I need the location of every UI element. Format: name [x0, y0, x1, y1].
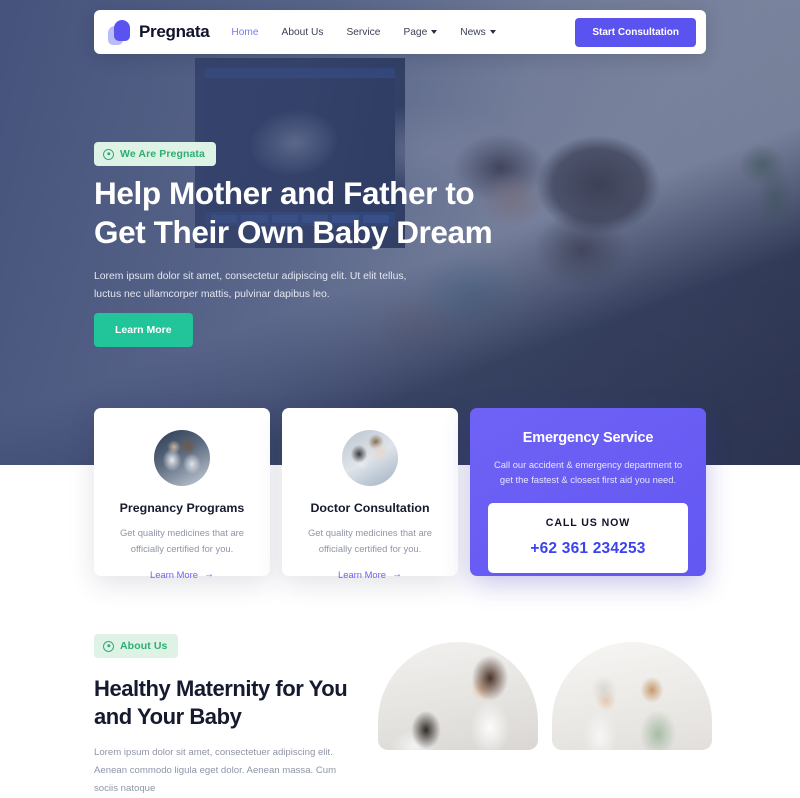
- card-description: Get quality medicines that are officiall…: [307, 527, 433, 554]
- nav-links: Home About Us Service Page News: [231, 26, 496, 38]
- card-doctor-consultation[interactable]: Doctor Consultation Get quality medicine…: [282, 408, 458, 580]
- about-description: Lorem ipsum dolor sit amet, consectetuer…: [94, 747, 337, 794]
- circle-dot-icon: [103, 640, 114, 652]
- doctor-with-pregnant-patient-photo: [552, 642, 712, 750]
- emergency-service-card: Emergency Service Call our accident & em…: [470, 408, 706, 576]
- nav-item-home[interactable]: Home: [231, 27, 258, 38]
- arrow-right-icon: →: [391, 569, 402, 581]
- nav-item-service[interactable]: Service: [346, 27, 380, 38]
- about-badge: About Us: [94, 634, 179, 658]
- call-us-box[interactable]: CALL US NOW +62 361 234253: [488, 503, 688, 574]
- card-pregnancy-programs[interactable]: Pregnancy Programs Get quality medicines…: [94, 408, 270, 580]
- about-badge-label: About Us: [120, 640, 168, 652]
- nav-item-page-label: Page: [403, 26, 428, 38]
- nav-item-about-us[interactable]: About Us: [282, 27, 324, 38]
- doctor-consultation-photo: [342, 430, 398, 486]
- about-content: About Us Healthy Maternity for You and Y…: [94, 634, 374, 798]
- hero-section: We Are Pregnata Help Mother and Father t…: [0, 0, 800, 465]
- brand[interactable]: Pregnata: [108, 19, 210, 45]
- call-us-now-label: CALL US NOW: [545, 517, 631, 530]
- hero-subtitle: Lorem ipsum dolor sit amet, consectetur …: [94, 271, 407, 301]
- pregnancy-programs-photo: [154, 430, 210, 486]
- nav-item-news[interactable]: News: [460, 26, 496, 38]
- card-description: Get quality medicines that are officiall…: [119, 527, 245, 554]
- card-title: Pregnancy Programs: [119, 501, 245, 515]
- card-learn-more-label: Learn More: [338, 569, 386, 581]
- chevron-down-icon: [431, 30, 438, 34]
- hero-learn-more-button[interactable]: Learn More: [94, 313, 193, 347]
- about-title: Healthy Maternity for You and Your Baby: [94, 676, 348, 729]
- hero-content: We Are Pregnata Help Mother and Father t…: [94, 0, 706, 465]
- about-section: About Us Healthy Maternity for You and Y…: [0, 600, 800, 794]
- chevron-down-icon: [489, 30, 496, 34]
- card-learn-more-link[interactable]: Learn More →: [150, 569, 214, 580]
- emergency-phone-number[interactable]: +62 361 234253: [498, 540, 678, 558]
- card-learn-more-label: Learn More: [150, 569, 198, 581]
- pregnata-logo-icon: [108, 19, 130, 45]
- nav-item-home-label: Home: [231, 26, 259, 38]
- card-learn-more-link[interactable]: Learn More →: [338, 569, 402, 580]
- hero-badge-label: We Are Pregnata: [120, 148, 205, 160]
- emergency-title: Emergency Service: [522, 430, 654, 446]
- start-consultation-button[interactable]: Start Consultation: [575, 17, 696, 47]
- hero-badge: We Are Pregnata: [94, 142, 216, 166]
- card-title: Doctor Consultation: [310, 501, 430, 515]
- nav-item-service-label: Service: [346, 26, 381, 38]
- hero-title: Help Mother and Father to Get Their Own …: [94, 175, 493, 251]
- circle-dot-icon: [103, 148, 114, 160]
- brand-name: Pregnata: [139, 22, 210, 41]
- about-photos: [378, 642, 712, 750]
- doctor-examining-pregnant-woman-photo: [378, 642, 538, 750]
- navbar: Pregnata Home About Us Service Page News…: [94, 10, 706, 54]
- nav-item-about-us-label: About Us: [281, 26, 324, 38]
- nav-item-news-label: News: [460, 26, 486, 38]
- emergency-description: Call our accident & emergency department…: [493, 459, 683, 486]
- nav-item-page[interactable]: Page: [403, 26, 438, 38]
- service-cards: Pregnancy Programs Get quality medicines…: [94, 408, 706, 580]
- arrow-right-icon: →: [203, 569, 214, 581]
